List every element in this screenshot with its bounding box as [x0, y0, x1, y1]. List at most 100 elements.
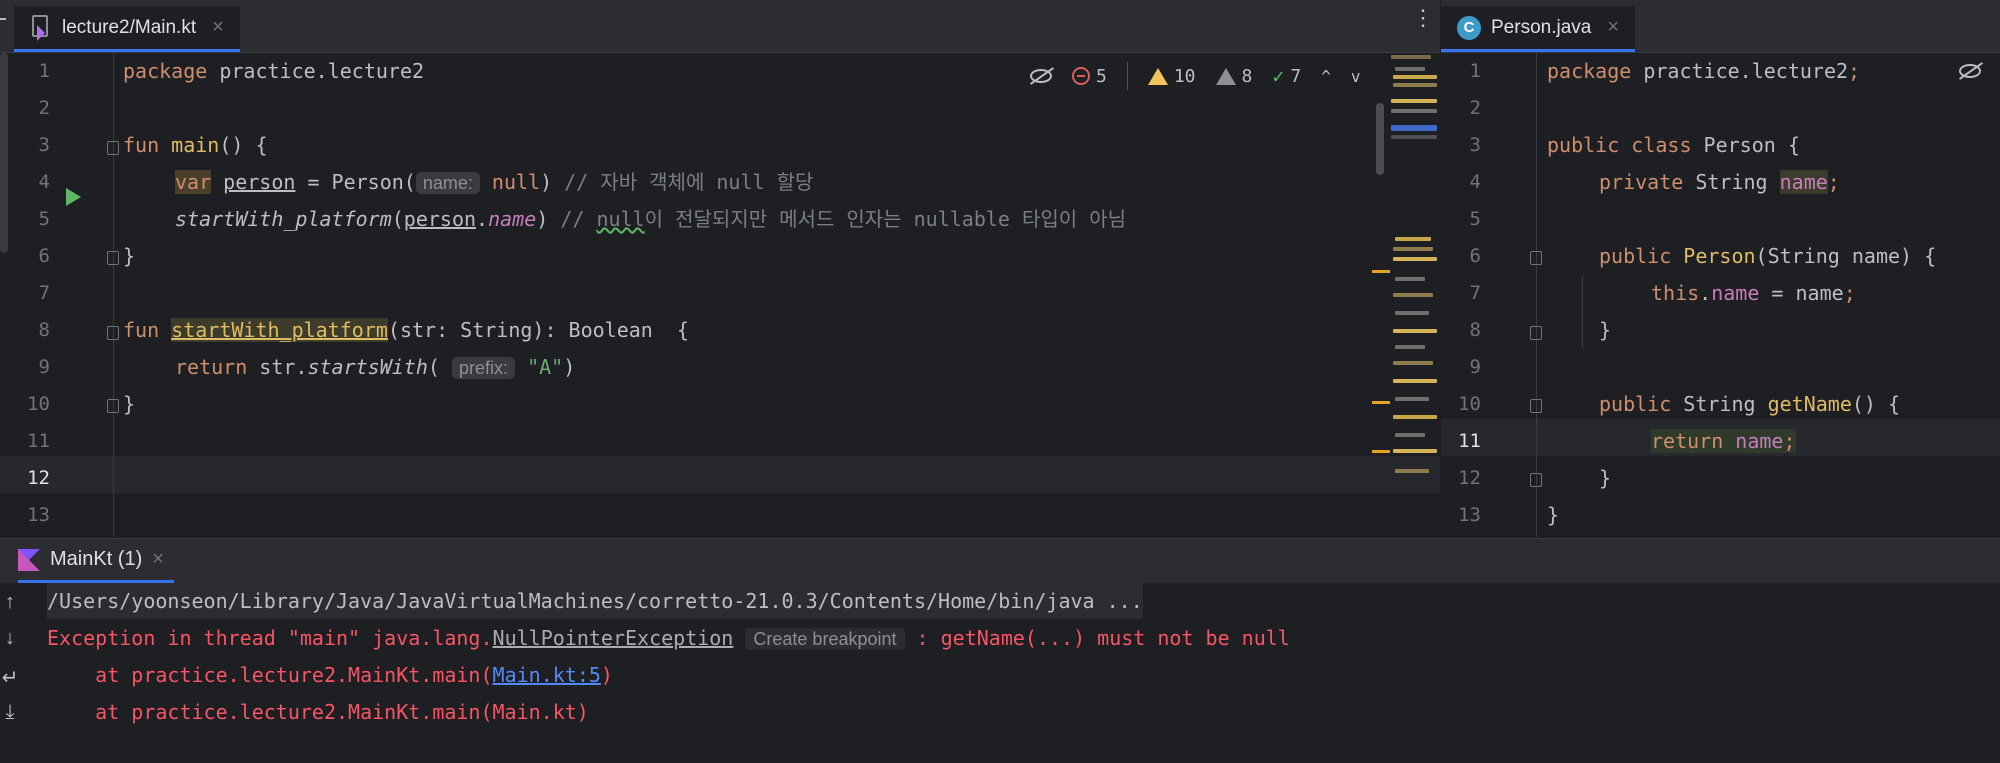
weak-warning-icon [1215, 67, 1236, 85]
code-line-4: var person = Person(name: null) // 자바 객체… [175, 170, 814, 194]
code-line-3: public class Person { [1547, 133, 1800, 157]
code-line-13: } [1547, 503, 1560, 527]
run-tab-label: MainKt (1) [50, 548, 143, 570]
separator [1126, 62, 1128, 90]
reader-mode-icon[interactable] [1030, 69, 1052, 83]
code-line-5: startWith_platform(person.name) // null이… [175, 207, 1127, 231]
line-number: 9 [38, 356, 50, 378]
code-line-6: public Person(String name) { [1599, 244, 1937, 268]
left-editor-tabbar: lecture2/Main.kt × ⋮ [0, 0, 1440, 53]
run-console[interactable]: ↑ ↓ ↵ ⤓ /Users/yoonseon/Library/Java/Jav… [0, 583, 2000, 763]
run-panel-header: MainKt (1) × [0, 538, 2000, 583]
person-java-editor[interactable]: 1 2 3 4 5 6 7 8 9 10 11 12 13 package pr… [1441, 53, 2000, 537]
line-number: 8 [1469, 319, 1481, 341]
tab-label: lecture2/Main.kt [62, 16, 197, 38]
more-options-icon[interactable]: ⋮ [1412, 7, 1434, 29]
line-number: 1 [38, 60, 50, 82]
line-number: 6 [1469, 245, 1481, 267]
fold-marker-icon[interactable] [107, 326, 119, 340]
line-number-current: 11 [1458, 430, 1481, 452]
line-number: 7 [1469, 282, 1481, 304]
main-kt-editor[interactable]: 1 2 3 4 5 6 7 8 9 10 11 12 13 package pr… [0, 53, 1440, 537]
code-line-1: package practice.lecture2 [123, 59, 425, 83]
console-stacktrace-line: at practice.lecture2.MainKt.main(Main.kt… [47, 700, 589, 724]
param-hint: prefix: [451, 357, 516, 379]
indent-guide [1582, 275, 1583, 349]
exception-class-link[interactable]: NullPointerException [493, 626, 734, 650]
code-line-9: return str.startsWith( prefix: "A") [175, 355, 576, 379]
run-tab-mainkt[interactable]: MainKt (1) × [18, 539, 174, 583]
editor-scrollbar[interactable] [1376, 103, 1384, 175]
line-number: 10 [27, 393, 50, 415]
console-command-line: /Users/yoonseon/Library/Java/JavaVirtual… [47, 583, 1143, 619]
gutter-separator [113, 53, 114, 537]
warning-icon [1147, 67, 1168, 85]
param-hint: name: [415, 172, 480, 194]
next-highlight-icon[interactable]: v [1351, 67, 1361, 86]
java-class-icon: C [1457, 15, 1481, 40]
line-number: 4 [1469, 171, 1481, 193]
line-number: 8 [38, 319, 50, 341]
code-line-1: package practice.lecture2; [1547, 59, 1861, 83]
line-number: 5 [1469, 208, 1481, 230]
line-number: 12 [1458, 467, 1481, 489]
reader-mode-icon[interactable] [1959, 63, 1981, 82]
error-icon [1072, 67, 1090, 85]
fold-marker-icon[interactable] [107, 251, 119, 265]
line-number: 3 [1469, 134, 1481, 156]
line-number-current: 12 [27, 467, 50, 489]
current-line-highlight [0, 456, 1440, 493]
fold-marker-icon[interactable] [107, 399, 119, 413]
kotlin-file-icon [30, 14, 52, 41]
close-icon[interactable]: × [152, 548, 164, 571]
tab-person-java[interactable]: C Person.java × [1441, 6, 1636, 52]
close-icon[interactable]: × [1607, 16, 1619, 39]
tabbar-edge-marker [0, 18, 6, 20]
line-number: 4 [38, 171, 50, 193]
previous-highlight-icon[interactable]: ^ [1321, 67, 1331, 86]
fold-marker-icon[interactable] [1530, 399, 1542, 413]
tab-main-kt[interactable]: lecture2/Main.kt × [14, 6, 240, 52]
create-breakpoint-button[interactable]: Create breakpoint [745, 628, 905, 650]
fold-marker-icon[interactable] [1530, 326, 1542, 340]
kotlin-icon [18, 548, 40, 571]
code-line-7: this.name = name; [1651, 281, 1856, 305]
code-line-10: } [123, 392, 136, 416]
line-number: 7 [38, 282, 50, 304]
fold-marker-icon[interactable] [1530, 473, 1542, 487]
typos-counter[interactable]: ✓ 7 [1272, 64, 1301, 88]
line-number: 3 [38, 134, 50, 156]
code-line-11: return name; [1651, 429, 1796, 453]
line-number: 9 [1469, 356, 1481, 378]
minimap[interactable] [1389, 53, 1439, 493]
gutter-separator [1536, 53, 1537, 537]
line-number: 10 [1458, 393, 1481, 415]
warning-marker [1372, 401, 1390, 404]
line-number: 13 [27, 504, 50, 526]
inspection-widget[interactable]: 5 10 8 ✓ 7 ^ v [1030, 58, 1361, 94]
code-line-12: } [1599, 466, 1612, 490]
run-gutter-icon[interactable] [66, 188, 81, 206]
fold-marker-icon[interactable] [1530, 251, 1542, 265]
scroll-to-end-icon[interactable]: ⤓ [0, 701, 20, 724]
scroll-down-icon[interactable]: ↓ [0, 627, 20, 650]
code-line-10: public String getName() { [1599, 392, 1901, 416]
scroll-up-icon[interactable]: ↑ [0, 591, 20, 614]
errors-counter[interactable]: 5 [1072, 66, 1107, 87]
warnings-counter[interactable]: 10 [1147, 66, 1196, 87]
warning-marker [1372, 270, 1390, 273]
line-number: 6 [38, 245, 50, 267]
weak-warnings-counter[interactable]: 8 [1215, 66, 1252, 87]
console-stacktrace-line: at practice.lecture2.MainKt.main(Main.kt… [47, 663, 613, 687]
source-link[interactable]: Main.kt:5 [493, 663, 601, 687]
console-toolbar: ↑ ↓ ↵ ⤓ [0, 583, 22, 763]
fold-marker-icon[interactable] [107, 141, 119, 155]
line-number: 2 [38, 97, 50, 119]
code-line-4: private String name; [1599, 170, 1840, 194]
line-number: 11 [27, 430, 50, 452]
line-number: 5 [38, 208, 50, 230]
soft-wrap-icon[interactable]: ↵ [0, 665, 20, 690]
code-line-6: } [123, 244, 136, 268]
warning-marker [1372, 450, 1390, 453]
close-icon[interactable]: × [212, 16, 224, 39]
